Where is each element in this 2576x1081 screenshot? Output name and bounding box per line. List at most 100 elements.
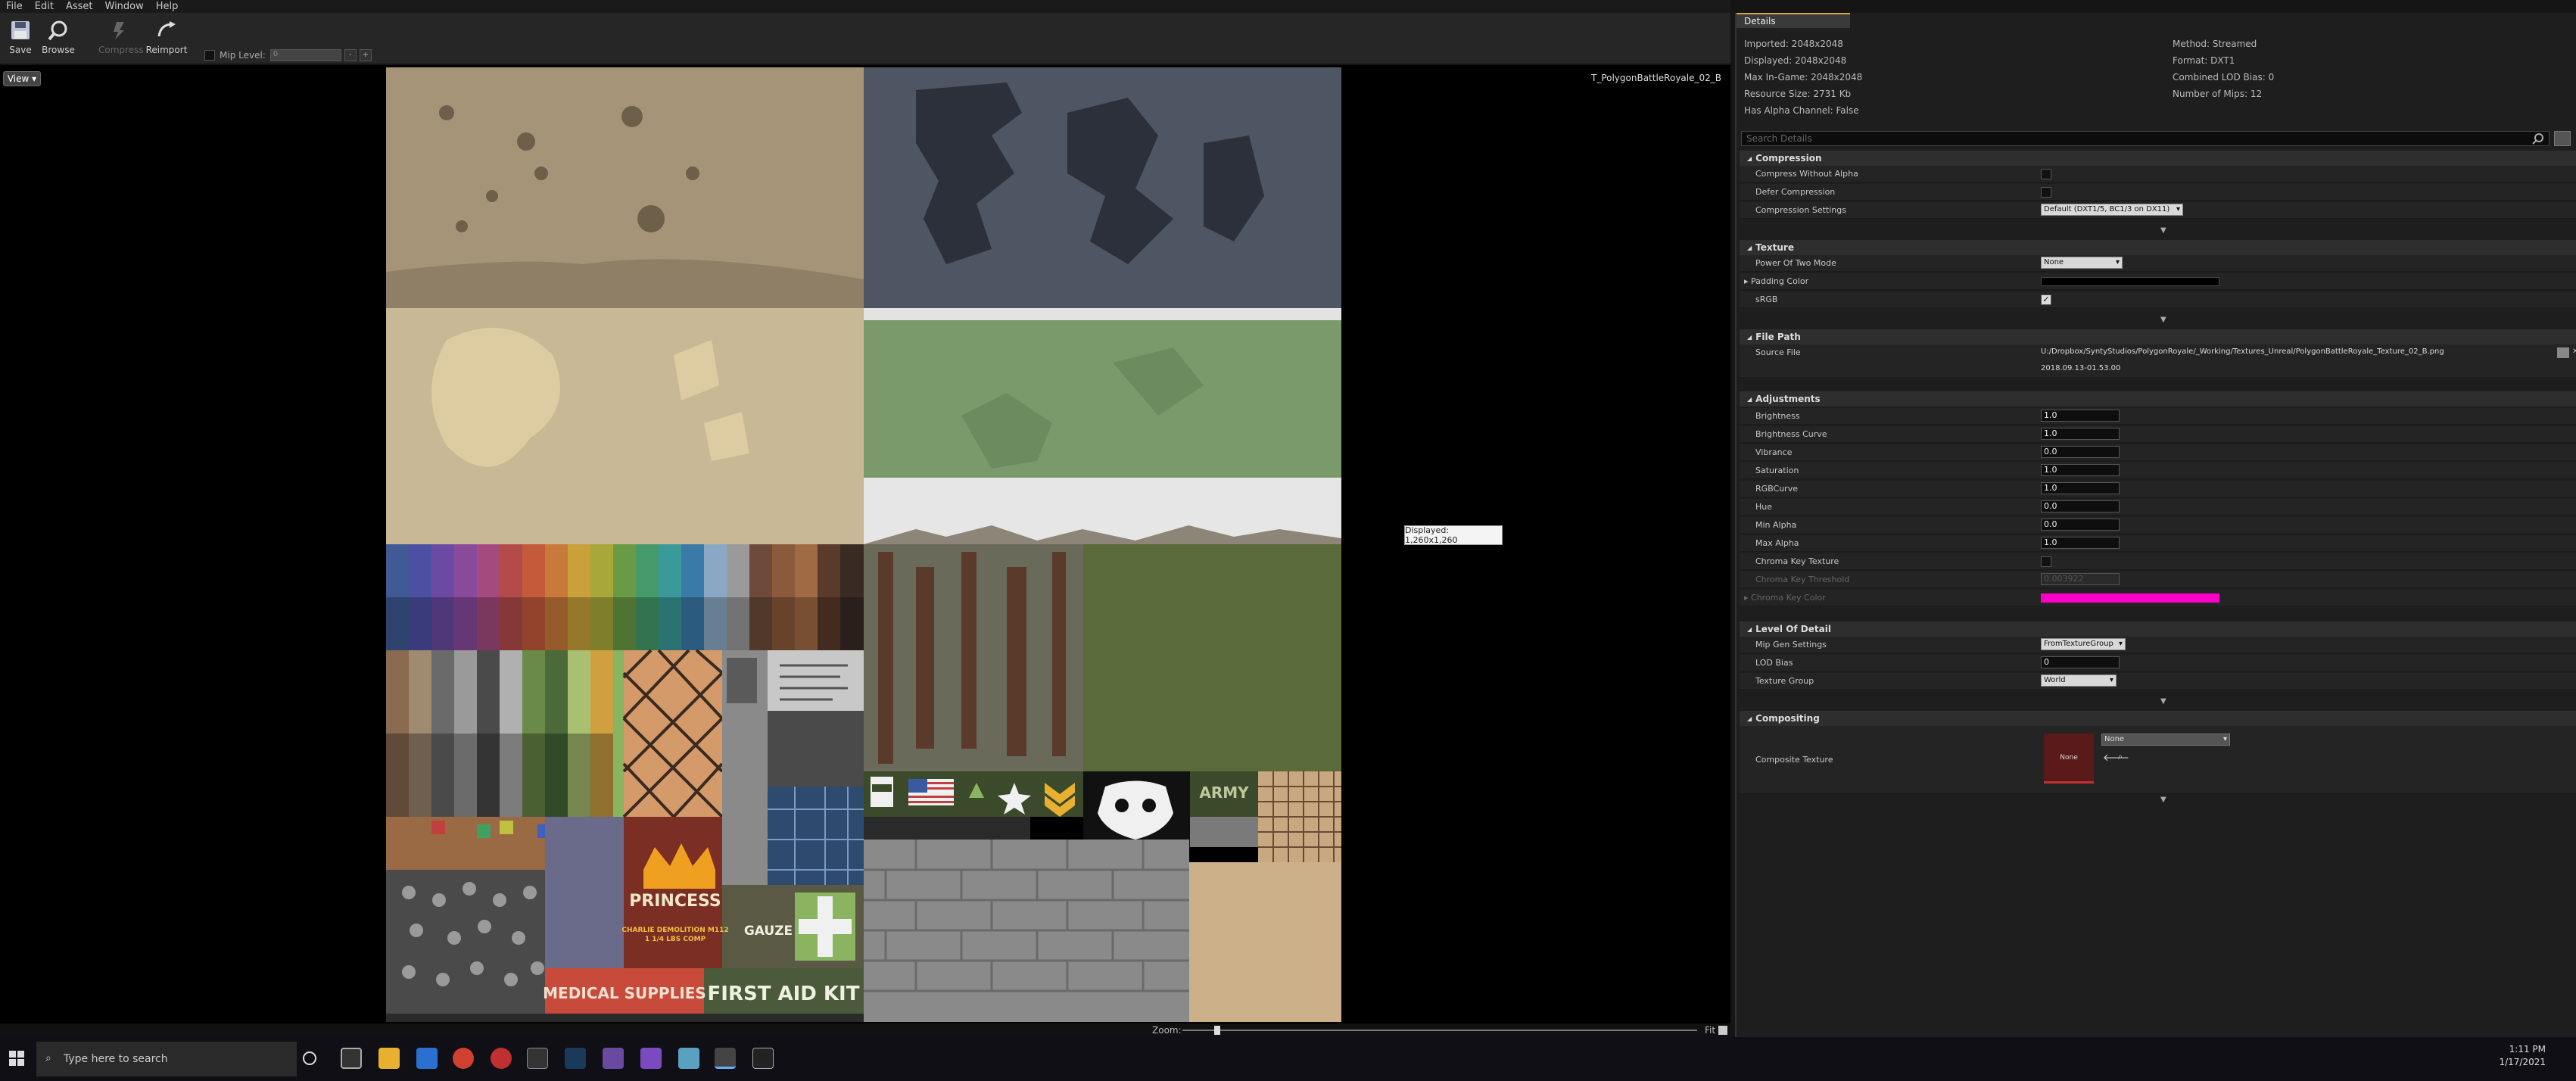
mip-gen-settings-dropdown[interactable]: FromTextureGroup — [2041, 638, 2126, 650]
row-brightness-curve: Brightness Curve 1.0 — [1740, 426, 2576, 443]
label-brightness: Brightness — [1755, 411, 1800, 421]
mip-down-button[interactable]: - — [344, 49, 357, 61]
task-view-icon[interactable] — [341, 1048, 362, 1069]
label-vibrance: Vibrance — [1755, 447, 1793, 457]
browse-file-icon[interactable] — [2557, 347, 2569, 358]
reimport-button[interactable]: Reimport — [145, 19, 188, 55]
princess-label: PRINCESS — [629, 892, 721, 911]
texture-group-dropdown[interactable]: World — [2041, 674, 2117, 687]
row-source-file: Source File U:/Dropbox/SyntyStudios/Poly… — [1740, 344, 2576, 378]
texture-image: PRINCESS CHARLIE DEMOLITION M112 1 1/4 L… — [386, 67, 1341, 1022]
section-compositing[interactable]: Compositing — [1740, 711, 2576, 726]
cortana-icon[interactable] — [303, 1051, 316, 1065]
opera-icon[interactable] — [491, 1048, 512, 1069]
saturation-input[interactable]: 1.0 — [2041, 464, 2120, 476]
section-adjustments[interactable]: Adjustments — [1740, 391, 2576, 407]
expand-texture-icon[interactable]: ▼ — [2160, 316, 2166, 324]
vibrance-input[interactable]: 0.0 — [2041, 446, 2120, 458]
tab-details[interactable]: Details — [1737, 13, 1850, 28]
terminal-icon[interactable] — [527, 1048, 548, 1069]
mip-level-input[interactable]: 0 — [269, 49, 341, 61]
rgbcurve-input[interactable]: 1.0 — [2041, 482, 2120, 494]
info-method: Method: Streamed — [2173, 39, 2257, 49]
label-chroma-key-color: ▸ Chroma Key Color — [1744, 593, 1826, 603]
expand-compression-icon[interactable]: ▼ — [2160, 226, 2166, 235]
section-texture[interactable]: Texture — [1740, 240, 2576, 255]
chroma-key-color-swatch[interactable] — [2041, 593, 2219, 603]
browse-asset-icon[interactable]: ⌕ — [2118, 752, 2123, 762]
mip-up-button[interactable]: + — [359, 49, 372, 61]
min-alpha-input[interactable]: 0.0 — [2041, 519, 2120, 531]
info-number-of-mips: Number of Mips: 12 — [2173, 89, 2263, 99]
row-min-alpha: Min Alpha 0.0 — [1740, 517, 2576, 534]
first-aid-kit-label: FIRST AID KIT — [708, 983, 860, 1005]
browse-button[interactable]: Browse — [41, 19, 76, 55]
steam-icon[interactable] — [565, 1048, 586, 1069]
menu-asset[interactable]: Asset — [60, 1, 99, 12]
expand-lod-icon[interactable]: ▼ — [2160, 697, 2166, 706]
epic-games-icon[interactable] — [752, 1048, 774, 1069]
texture-name: T_PolygonBattleRoyale_02_B — [1590, 73, 1721, 83]
row-saturation: Saturation 1.0 — [1740, 463, 2576, 479]
defer-compression-checkbox[interactable] — [2041, 187, 2051, 198]
source-file-timestamp: 2018.09.13-01.53.00 — [2041, 364, 2121, 372]
zoom-slider-handle[interactable] — [1214, 1026, 1220, 1035]
composite-texture-dropdown[interactable]: None — [2101, 734, 2230, 746]
chroma-key-texture-checkbox[interactable] — [2041, 556, 2051, 567]
row-mip-gen-settings: Mip Gen Settings FromTextureGroup — [1740, 637, 2576, 653]
save-button[interactable]: Save — [3, 19, 38, 55]
app-icon[interactable] — [603, 1048, 624, 1069]
menu-file[interactable]: File — [0, 1, 29, 12]
compress-button[interactable]: Compress — [98, 19, 144, 55]
taskbar-search-input[interactable]: Type here to search — [36, 1042, 297, 1076]
zoom-slider-track[interactable] — [1182, 1030, 1697, 1031]
lod-bias-input[interactable]: 0 — [2041, 656, 2120, 668]
save-label: Save — [9, 45, 32, 55]
expand-compositing-icon[interactable]: ▼ — [2160, 796, 2166, 804]
view-button[interactable]: View ▾ — [3, 71, 41, 86]
file-explorer-icon[interactable] — [378, 1048, 400, 1069]
label-mip-gen-settings: Mip Gen Settings — [1755, 640, 1827, 650]
compress-icon — [108, 19, 131, 42]
row-chroma-key-texture: Chroma Key Texture — [1740, 553, 2576, 570]
info-max-in-game: Max In-Game: 2048x2048 — [1744, 72, 1863, 83]
search-details-input[interactable]: Search Details — [1741, 131, 2550, 146]
hue-input[interactable]: 0.0 — [2041, 500, 2120, 512]
brightness-input[interactable]: 1.0 — [2041, 410, 2120, 422]
use-selected-arrow-icon[interactable]: 🡐 — [2103, 752, 2129, 764]
brightness-curve-input[interactable]: 1.0 — [2041, 428, 2120, 440]
section-file-path[interactable]: File Path — [1740, 329, 2576, 344]
visual-studio-icon[interactable] — [640, 1048, 662, 1069]
chroma-key-threshold-input[interactable]: 0.003922 — [2041, 573, 2120, 585]
label-chroma-key-texture: Chroma Key Texture — [1755, 556, 1839, 566]
srgb-checkbox[interactable]: ✓ — [2041, 294, 2051, 305]
mail-icon[interactable] — [416, 1048, 438, 1069]
zoom-bar: Zoom: Fit — [0, 1023, 1730, 1037]
padding-color-swatch[interactable] — [2041, 277, 2219, 286]
section-level-of-detail[interactable]: Level Of Detail — [1740, 621, 2576, 637]
clear-file-icon[interactable]: ✕ — [2572, 347, 2576, 356]
windows-start-icon[interactable] — [9, 1051, 24, 1066]
power-of-two-dropdown[interactable]: None — [2041, 257, 2123, 269]
unreal-engine-icon[interactable] — [715, 1048, 736, 1069]
zoom-fit-checkbox[interactable] — [1718, 1026, 1727, 1035]
compression-settings-dropdown[interactable]: Default (DXT1/5, BC1/3 on DX11) — [2041, 204, 2183, 216]
taskbar-clock[interactable]: 1:11 PM 1/17/2021 — [2499, 1043, 2546, 1069]
mip-level-checkbox[interactable] — [204, 50, 215, 61]
label-brightness-curve: Brightness Curve — [1755, 429, 1827, 439]
menu-window[interactable]: Window — [99, 1, 150, 12]
zoom-label: Zoom: — [1152, 1025, 1182, 1036]
section-compression[interactable]: Compression — [1740, 151, 2576, 166]
label-srgb: sRGB — [1755, 294, 1778, 304]
view-options-icon[interactable] — [2554, 131, 2571, 146]
toolbar: Save Browse Compress Reimport Mip Level:… — [0, 13, 1730, 64]
max-alpha-input[interactable]: 1.0 — [2041, 537, 2120, 549]
info-resource-size: Resource Size: 2731 Kb — [1744, 89, 1852, 99]
app-icon-2[interactable] — [678, 1048, 699, 1069]
menu-help[interactable]: Help — [150, 1, 185, 12]
compress-without-alpha-checkbox[interactable] — [2041, 169, 2051, 179]
chrome-icon[interactable] — [453, 1048, 474, 1069]
composite-texture-thumbnail[interactable]: None — [2044, 734, 2094, 783]
menu-edit[interactable]: Edit — [29, 1, 60, 12]
texture-viewport[interactable]: View ▾ T_PolygonBattleRoyale_02_B PRINCE… — [0, 65, 1730, 1023]
